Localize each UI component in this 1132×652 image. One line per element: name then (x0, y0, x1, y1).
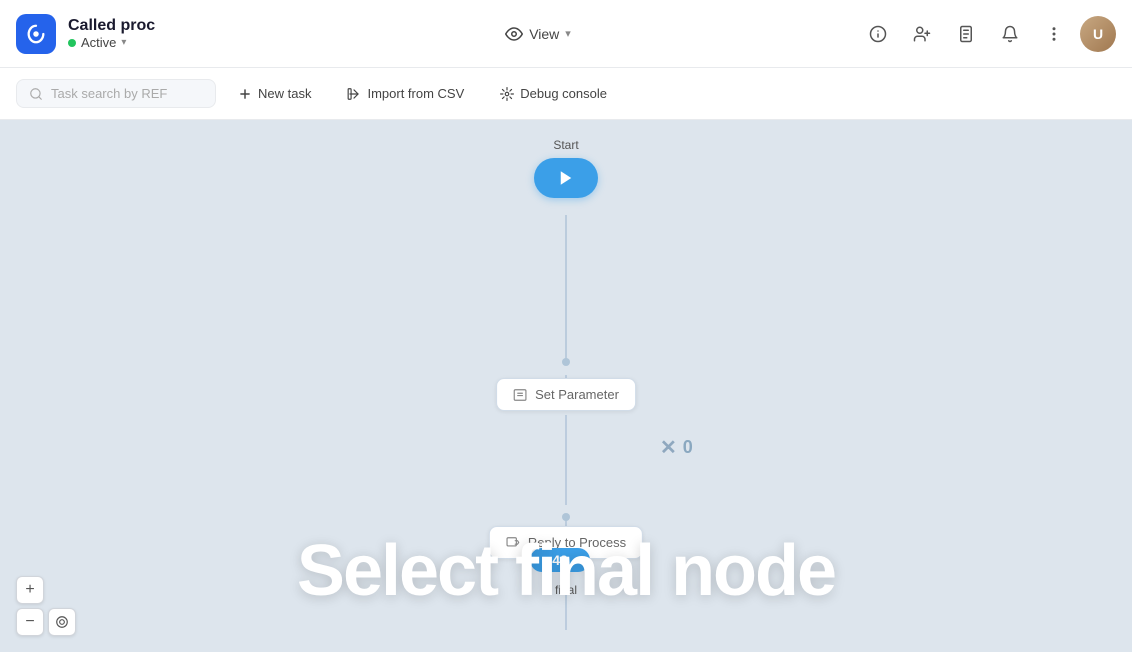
logo-area: Called proc Active ▾ (16, 14, 216, 54)
set-param-icon (513, 388, 527, 402)
app-logo (16, 14, 56, 54)
search-icon (29, 87, 43, 101)
eye-icon (505, 25, 523, 43)
badge-count: 42 (552, 552, 568, 568)
debug-button[interactable]: Debug console (486, 79, 621, 108)
zoom-fit-button[interactable] (48, 608, 76, 636)
final-label: final (555, 583, 577, 597)
document-icon (957, 25, 975, 43)
header-right: U (860, 16, 1116, 52)
zoom-minus-button[interactable]: − (16, 608, 44, 636)
info-icon (869, 25, 887, 43)
add-user-icon (913, 25, 931, 43)
start-node: Start (534, 138, 598, 198)
app-title-group: Called proc Active ▾ (68, 17, 155, 50)
search-placeholder: Task search by REF (51, 86, 167, 101)
more-icon (1045, 25, 1063, 43)
import-label: Import from CSV (367, 86, 464, 101)
header-center: View ▾ (216, 19, 860, 49)
connector-dot-1 (562, 358, 570, 366)
search-box[interactable]: Task search by REF (16, 79, 216, 108)
app-title: Called proc (68, 17, 155, 35)
debug-label: Debug console (520, 86, 607, 101)
zoom-plus-button[interactable]: + (16, 576, 44, 604)
plus-icon: + (25, 581, 34, 599)
start-label: Start (553, 138, 578, 152)
import-icon (347, 87, 361, 101)
view-chevron-icon: ▾ (565, 27, 571, 40)
status-label: Active (81, 35, 116, 50)
view-label: View (529, 26, 559, 42)
avatar[interactable]: U (1080, 16, 1116, 52)
avatar-image: U (1080, 16, 1116, 52)
header: Called proc Active ▾ View ▾ (0, 0, 1132, 68)
debug-icon (500, 87, 514, 101)
connector-dot-2 (562, 513, 570, 521)
more-button[interactable] (1036, 16, 1072, 52)
play-icon (557, 169, 575, 187)
new-task-label: New task (258, 86, 311, 101)
status-dot (68, 39, 76, 47)
info-button[interactable] (860, 16, 896, 52)
canvas: Start Set Parameter ✕ 0 Reply to Process… (0, 120, 1132, 652)
minus-icon: − (25, 613, 34, 631)
document-button[interactable] (948, 16, 984, 52)
final-badge-node[interactable]: 42 (530, 548, 590, 572)
bell-button[interactable] (992, 16, 1028, 52)
fit-icon (55, 615, 69, 629)
import-button[interactable]: Import from CSV (333, 79, 478, 108)
view-button[interactable]: View ▾ (493, 19, 583, 49)
zoom-minus-row: − (16, 608, 76, 636)
x-counter-node: ✕ 0 (660, 435, 693, 460)
zoom-row: + (16, 576, 76, 604)
toolbar: Task search by REF New task Import from … (0, 68, 1132, 120)
x-icon: ✕ (660, 435, 677, 460)
chevron-down-icon: ▾ (121, 37, 126, 48)
zoom-controls: + − (16, 576, 76, 636)
plus-icon (238, 87, 252, 101)
bell-icon (1001, 25, 1019, 43)
set-parameter-node[interactable]: Set Parameter (496, 378, 636, 411)
add-user-button[interactable] (904, 16, 940, 52)
reply-icon (506, 536, 520, 550)
new-task-button[interactable]: New task (224, 79, 325, 108)
status-badge[interactable]: Active ▾ (68, 35, 155, 50)
start-button[interactable] (534, 158, 598, 198)
set-parameter-label: Set Parameter (535, 387, 619, 402)
x-count: 0 (683, 437, 693, 458)
